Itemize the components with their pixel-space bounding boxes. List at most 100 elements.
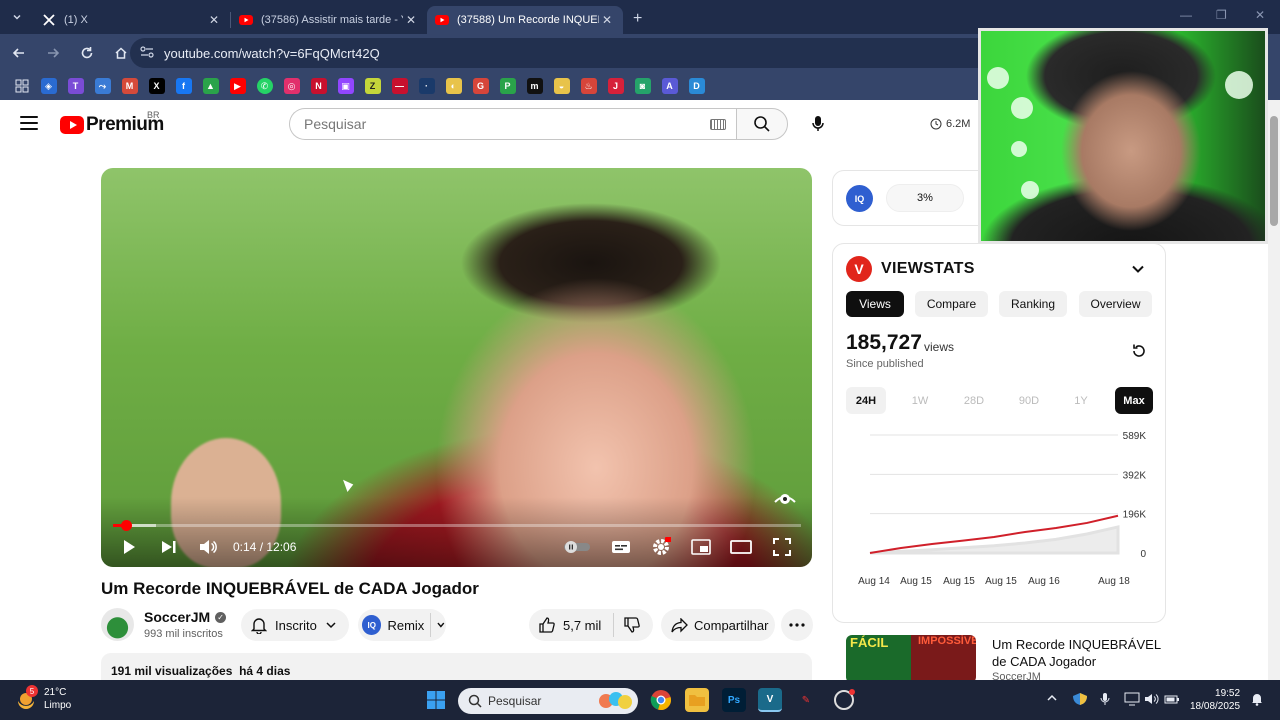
scrubber-knob[interactable] bbox=[121, 520, 133, 531]
viewstats-tab-views[interactable]: Views bbox=[846, 291, 904, 317]
bookmark-p-icon[interactable]: P bbox=[499, 78, 516, 94]
bookmark-j-icon[interactable]: J bbox=[607, 78, 624, 94]
taskbar-clock[interactable]: 19:52 18/08/2025 bbox=[1190, 687, 1240, 713]
site-info-icon[interactable] bbox=[140, 45, 154, 61]
refresh-icon[interactable] bbox=[1131, 343, 1147, 359]
browser-tab-watch-later[interactable]: (37586) Assistir mais tarde - Yo ✕ bbox=[231, 6, 427, 34]
collapse-chevron-icon[interactable] bbox=[1131, 262, 1145, 276]
viewstats-tab-ranking[interactable]: Ranking bbox=[999, 291, 1067, 317]
range-90d[interactable]: 90D bbox=[1010, 387, 1048, 414]
chrome-taskbar-icon[interactable] bbox=[649, 688, 673, 712]
range-28d[interactable]: 28D bbox=[955, 387, 993, 414]
bookmark-twitch-icon[interactable]: ▣ bbox=[337, 78, 354, 94]
notification-bell-icon[interactable] bbox=[1250, 692, 1264, 709]
tray-microphone-icon[interactable] bbox=[1100, 692, 1110, 709]
next-button[interactable] bbox=[159, 536, 179, 558]
tray-volume-icon[interactable] bbox=[1144, 692, 1160, 709]
bookmark-gmail-icon[interactable]: M bbox=[121, 78, 138, 94]
close-tab-icon[interactable]: ✕ bbox=[403, 13, 419, 27]
autoplay-toggle[interactable] bbox=[563, 536, 591, 558]
bookmark-fire-icon[interactable]: ♨ bbox=[580, 78, 597, 94]
settings-button[interactable] bbox=[650, 536, 672, 558]
bookmark-twitch-tracker-icon[interactable]: T bbox=[67, 78, 84, 94]
close-tab-icon[interactable]: ✕ bbox=[599, 13, 615, 27]
pen-tool-icon[interactable]: ✎ bbox=[794, 688, 818, 712]
browser-tab-x[interactable]: (1) X ✕ bbox=[34, 6, 230, 34]
range-1y[interactable]: 1Y bbox=[1066, 387, 1096, 414]
bookmark-drive-icon[interactable]: ▲ bbox=[202, 78, 219, 94]
channel-name-link[interactable]: SoccerJM ✓ bbox=[144, 609, 227, 625]
tray-battery-icon[interactable] bbox=[1164, 692, 1180, 709]
file-explorer-icon[interactable] bbox=[685, 688, 709, 712]
theater-mode-button[interactable] bbox=[730, 536, 752, 558]
channel-avatar[interactable] bbox=[101, 608, 134, 641]
dislike-button[interactable] bbox=[624, 617, 641, 633]
voice-search-button[interactable] bbox=[800, 106, 836, 142]
apps-grid-icon[interactable] bbox=[14, 78, 30, 94]
bookmark-runner-icon[interactable]: ⤳ bbox=[94, 78, 111, 94]
search-input[interactable]: Pesquisar bbox=[289, 108, 736, 140]
viewstats-tab-overview[interactable]: Overview bbox=[1079, 291, 1152, 317]
miniplayer-button[interactable] bbox=[690, 536, 712, 558]
obs-icon[interactable] bbox=[832, 688, 856, 712]
remix-button[interactable]: IQ Remix bbox=[358, 609, 446, 641]
bookmark-g-icon[interactable]: G bbox=[472, 78, 489, 94]
bookmark-dell-icon[interactable]: D bbox=[688, 78, 705, 94]
viewstats-tab-compare[interactable]: Compare bbox=[915, 291, 988, 317]
close-window-icon[interactable]: ✕ bbox=[1255, 8, 1265, 22]
bookmark-m-icon[interactable]: m bbox=[526, 78, 543, 94]
menu-hamburger-icon[interactable] bbox=[20, 116, 38, 130]
range-max[interactable]: Max bbox=[1115, 387, 1153, 414]
minimize-icon[interactable]: — bbox=[1180, 8, 1192, 22]
vegas-icon[interactable]: V bbox=[758, 688, 782, 712]
iq-logo-icon[interactable]: IQ bbox=[846, 185, 873, 212]
subtitles-button[interactable] bbox=[610, 536, 632, 558]
bookmark-disc-icon[interactable]: ◒ bbox=[553, 78, 570, 94]
maximize-icon[interactable]: ❐ bbox=[1216, 8, 1227, 22]
bookmark-dark-icon[interactable]: · bbox=[418, 78, 435, 94]
progress-bar[interactable] bbox=[113, 520, 801, 531]
range-1w[interactable]: 1W bbox=[903, 387, 937, 414]
channel-views-pill[interactable]: 6.2M bbox=[930, 112, 970, 136]
reload-icon[interactable] bbox=[72, 38, 102, 68]
recommended-thumbnail[interactable]: FÁCIL IMPOSSÍVEL bbox=[846, 635, 976, 683]
forward-arrow-icon[interactable] bbox=[38, 38, 68, 68]
taskbar-search[interactable]: Pesquisar bbox=[458, 688, 638, 714]
close-tab-icon[interactable]: ✕ bbox=[206, 13, 222, 27]
chevron-down-icon[interactable] bbox=[436, 620, 446, 630]
tray-chevron-up-icon[interactable] bbox=[1046, 692, 1058, 706]
volume-button[interactable] bbox=[198, 536, 218, 558]
keyboard-icon[interactable] bbox=[710, 118, 726, 130]
bookmark-dash-icon[interactable]: — bbox=[391, 78, 408, 94]
bookmark-instagram-icon[interactable]: ◎ bbox=[283, 78, 300, 94]
recommended-title[interactable]: Um Recorde INQUEBRÁVEL de CADA Jogador bbox=[992, 636, 1162, 670]
scrollbar-thumb[interactable] bbox=[1270, 116, 1278, 226]
more-actions-button[interactable] bbox=[781, 609, 813, 641]
tray-defender-icon[interactable] bbox=[1072, 692, 1088, 709]
browser-tab-current-video[interactable]: (37588) Um Recorde INQUEBRÁ ✕ bbox=[427, 6, 623, 34]
share-button[interactable]: Compartilhar bbox=[661, 609, 775, 641]
tab-search-button[interactable] bbox=[0, 0, 34, 34]
bookmark-facebook-icon[interactable]: f bbox=[175, 78, 192, 94]
bookmark-whatsapp-icon[interactable]: ✆ bbox=[256, 78, 273, 94]
play-button[interactable] bbox=[119, 536, 139, 558]
like-button[interactable]: 5,7 mil bbox=[539, 617, 601, 633]
bookmark-youtube-icon[interactable]: ▶ bbox=[229, 78, 246, 94]
windows-start-icon[interactable] bbox=[424, 688, 448, 712]
tray-display-icon[interactable] bbox=[1124, 692, 1140, 709]
back-arrow-icon[interactable] bbox=[4, 38, 34, 68]
fullscreen-button[interactable] bbox=[771, 536, 793, 558]
bookmark-a-icon[interactable]: A bbox=[661, 78, 678, 94]
bookmark-coin-icon[interactable]: ◐ bbox=[445, 78, 462, 94]
weather-widget[interactable]: 5 21°C Limpo bbox=[14, 685, 71, 712]
bookmark-netflix-icon[interactable]: N bbox=[310, 78, 327, 94]
video-player[interactable]: 0:14 / 12:06 bbox=[101, 168, 812, 567]
bookmark-layers-icon[interactable]: ◈ bbox=[40, 78, 57, 94]
range-24h[interactable]: 24H bbox=[846, 387, 886, 414]
iq-percent-pill[interactable]: 3% bbox=[886, 184, 964, 212]
bookmark-x-icon[interactable]: X bbox=[148, 78, 165, 94]
search-button[interactable] bbox=[736, 108, 788, 140]
subscribed-button[interactable]: Inscrito bbox=[241, 609, 349, 641]
page-scrollbar[interactable] bbox=[1268, 100, 1280, 680]
new-tab-plus-icon[interactable]: + bbox=[633, 10, 642, 28]
